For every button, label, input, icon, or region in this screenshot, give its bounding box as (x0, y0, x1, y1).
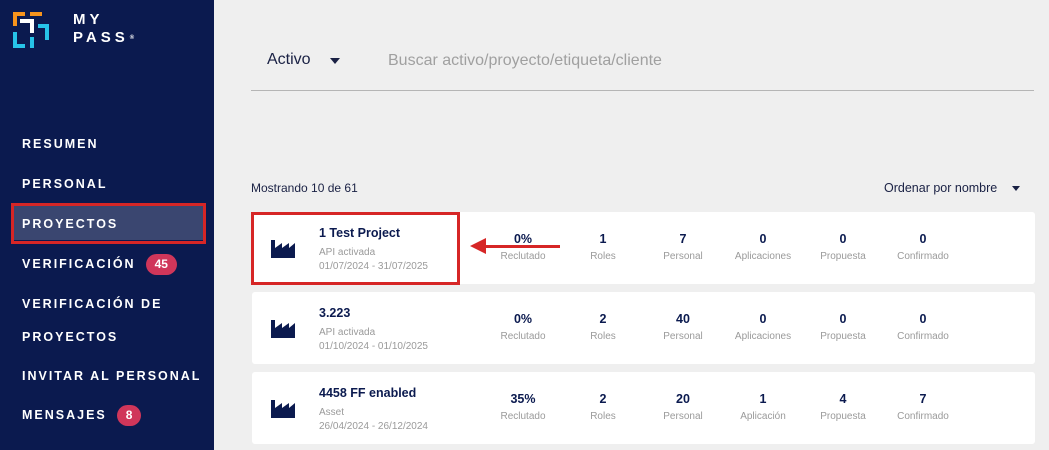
mensajes-count-badge: 8 (116, 405, 142, 426)
nav-item-invitar[interactable]: INVITAR AL PERSONAL (22, 369, 201, 383)
project-card[interactable]: 4458 FF enabled Asset 26/04/2024 - 26/12… (252, 372, 1035, 444)
stat-confirmado: 7 Confirmado (883, 392, 963, 422)
results-count: Mostrando 10 de 61 (251, 181, 358, 195)
search-input[interactable] (388, 48, 1028, 74)
factory-icon (271, 400, 295, 418)
sidebar: MY PASS® RESUMEN PERSONAL PROYECTOS VERI… (0, 0, 214, 450)
stat-value: 0 (919, 312, 927, 326)
stat-confirmado: 0 Confirmado (883, 232, 963, 262)
stat-personal: 40 Personal (643, 312, 723, 342)
project-dates: 01/10/2024 - 01/10/2025 (319, 341, 428, 352)
stat-label: Confirmado (897, 331, 949, 342)
stat-aplicaciones: 0 Aplicaciones (723, 312, 803, 342)
nav-item-personal[interactable]: PERSONAL (22, 177, 107, 191)
stat-label: Roles (590, 251, 616, 262)
stat-reclutado: 0% Reclutado (483, 312, 563, 342)
nav-item-verificacion-proyectos-line-2: PROYECTOS (22, 330, 119, 344)
nav-item-verificacion-proyectos[interactable]: VERIFICACIÓN DE PROYECTOS (22, 297, 162, 344)
brand-name: MY PASS® (73, 11, 134, 47)
status-filter-dropdown[interactable]: Activo (267, 51, 311, 69)
stat-personal: 20 Personal (643, 392, 723, 422)
nav-item-mensajes-label: MENSAJES (22, 407, 107, 422)
factory-icon (271, 320, 295, 338)
stat-label: Reclutado (500, 331, 546, 342)
stat-label: Roles (590, 331, 616, 342)
stat-propuesta: 0 Propuesta (803, 312, 883, 342)
project-dates: 26/04/2024 - 26/12/2024 (319, 421, 428, 432)
sort-dropdown[interactable]: Ordenar por nombre (884, 181, 997, 195)
stat-value: 20 (676, 392, 690, 406)
stat-label: Personal (663, 331, 703, 342)
nav-item-resumen[interactable]: RESUMEN (22, 137, 99, 151)
stat-label: Propuesta (820, 331, 866, 342)
stat-label: Roles (590, 411, 616, 422)
stat-label: Confirmado (897, 411, 949, 422)
annotation-arrow-shaft (484, 245, 560, 248)
stat-value: 0 (839, 312, 847, 326)
annotation-arrow-icon (470, 238, 486, 254)
stat-value: 2 (599, 392, 607, 406)
stat-label: Personal (663, 251, 703, 262)
stat-value: 0% (513, 312, 533, 326)
stat-propuesta: 0 Propuesta (803, 232, 883, 262)
stat-value: 0 (839, 232, 847, 246)
annotation-outline-project (251, 212, 460, 285)
caret-down-icon[interactable] (1012, 186, 1020, 191)
stat-value: 0% (513, 232, 533, 246)
filter-divider (251, 90, 1034, 91)
stat-value: 1 (759, 392, 767, 406)
project-card[interactable]: 3.223 API activada 01/10/2024 - 01/10/20… (252, 292, 1035, 364)
stat-value: 35% (510, 392, 536, 406)
stat-confirmado: 0 Confirmado (883, 312, 963, 342)
annotation-outline-proyectos (11, 203, 206, 244)
brand-line-2-text: PASS (73, 29, 129, 46)
stat-value: 40 (676, 312, 690, 326)
project-status: API activada (319, 327, 376, 338)
stat-value: 2 (599, 312, 607, 326)
stat-value: 0 (759, 232, 767, 246)
brand-trademark: ® (129, 35, 135, 41)
stat-value: 7 (679, 232, 687, 246)
stat-value: 4 (839, 392, 847, 406)
caret-down-icon[interactable] (330, 58, 340, 64)
mypass-logo-icon (13, 12, 49, 48)
stat-label: Aplicaciones (734, 251, 792, 262)
stat-roles: 2 Roles (563, 312, 643, 342)
stat-value: 7 (919, 392, 927, 406)
stat-label: Aplicación (740, 411, 786, 422)
nav-item-verificacion-label: VERIFICACIÓN (22, 256, 136, 271)
stat-roles: 1 Roles (563, 232, 643, 262)
stat-reclutado: 35% Reclutado (483, 392, 563, 422)
nav-item-verificacion-proyectos-line-1: VERIFICACIÓN DE (22, 297, 163, 311)
stat-label: Personal (663, 411, 703, 422)
project-name[interactable]: 3.223 (319, 306, 350, 320)
stat-value: 0 (759, 312, 767, 326)
verificacion-count-badge: 45 (145, 254, 177, 275)
brand-line-1: MY (73, 11, 104, 28)
stat-label: Propuesta (820, 251, 866, 262)
brand-line-2: PASS® (73, 29, 134, 47)
stat-aplicaciones: 1 Aplicación (723, 392, 803, 422)
stat-label: Confirmado (897, 251, 949, 262)
stat-personal: 7 Personal (643, 232, 723, 262)
stat-value: 1 (599, 232, 607, 246)
stat-label: Aplicaciones (734, 331, 792, 342)
project-name[interactable]: 4458 FF enabled (319, 386, 416, 400)
stat-propuesta: 4 Propuesta (803, 392, 883, 422)
nav-item-mensajes[interactable]: MENSAJES 8 (22, 405, 142, 426)
stat-label: Propuesta (820, 411, 866, 422)
nav-item-verificacion[interactable]: VERIFICACIÓN 45 (22, 254, 177, 275)
stat-aplicaciones: 0 Aplicaciones (723, 232, 803, 262)
stat-label: Reclutado (500, 251, 546, 262)
stat-roles: 2 Roles (563, 392, 643, 422)
project-status: Asset (319, 407, 345, 418)
stat-value: 0 (919, 232, 927, 246)
stat-label: Reclutado (500, 411, 546, 422)
